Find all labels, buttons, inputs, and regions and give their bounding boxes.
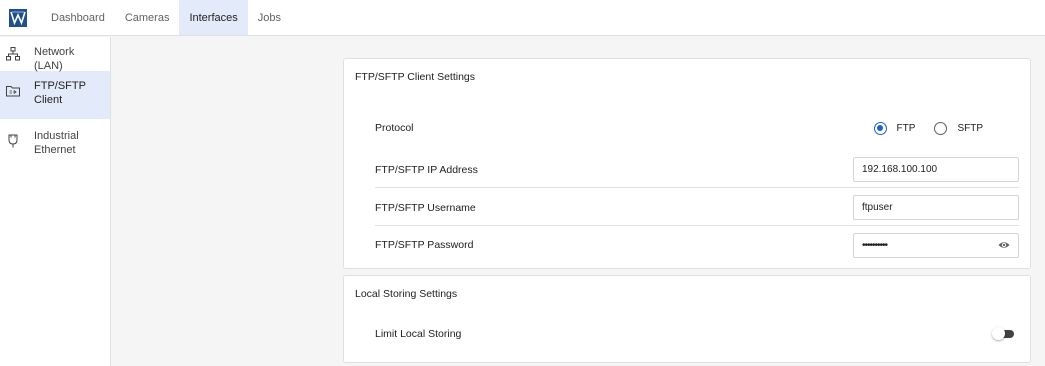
username-label: FTP/SFTP Username <box>375 201 476 214</box>
radio-sftp-label: SFTP <box>957 122 983 134</box>
ip-address-input[interactable]: 192.168.100.100 <box>853 157 1019 182</box>
protocol-row: Protocol FTP SFTP <box>375 110 1019 146</box>
sidebar-item-label: Network (LAN) <box>34 46 75 72</box>
sidebar: Network (LAN) FTP/SFTP Client Industrial… <box>0 37 111 366</box>
sidebar-item-label: Industrial Ethernet <box>34 130 79 156</box>
ftp-settings-card: FTP/SFTP Client Settings Protocol FTP SF… <box>343 58 1031 269</box>
protocol-label: Protocol <box>375 122 414 134</box>
network-icon <box>0 45 26 61</box>
username-input[interactable]: ftpuser <box>853 195 1019 220</box>
sidebar-item-industrial-ethernet[interactable]: Industrial Ethernet <box>0 119 110 167</box>
radio-sftp[interactable]: SFTP <box>934 121 983 135</box>
radio-ftp-label: FTP <box>896 122 916 134</box>
local-storing-card: Local Storing Settings Limit Local Stori… <box>343 275 1031 363</box>
sidebar-item-label: FTP/SFTP Client <box>34 80 86 106</box>
sidebar-item-network-lan[interactable]: Network (LAN) <box>0 37 110 72</box>
password-input[interactable]: •••••••••• <box>853 232 1019 258</box>
password-label: FTP/SFTP Password <box>375 239 474 251</box>
radio-ftp[interactable]: FTP <box>873 121 916 135</box>
tab-dashboard[interactable]: Dashboard <box>36 0 115 35</box>
top-navigation-bar: Dashboard Cameras Interfaces Jobs <box>0 0 1045 36</box>
ip-address-row: FTP/SFTP IP Address 192.168.100.100 <box>375 152 1019 188</box>
radio-checked-icon <box>873 121 887 135</box>
password-row: FTP/SFTP Password •••••••••• <box>375 227 1019 263</box>
eye-icon[interactable] <box>998 239 1010 251</box>
card-title: FTP/SFTP Client Settings <box>355 71 476 83</box>
ip-address-label: FTP/SFTP IP Address <box>375 163 478 176</box>
protocol-radio-group: FTP SFTP <box>860 121 983 135</box>
username-row: FTP/SFTP Username ftpuser <box>375 190 1019 226</box>
limit-local-storing-label: Limit Local Storing <box>375 328 462 340</box>
tab-jobs[interactable]: Jobs <box>248 0 291 35</box>
plug-icon <box>0 129 26 148</box>
limit-local-storing-toggle[interactable] <box>992 327 1015 340</box>
brand-logo-icon[interactable] <box>0 0 36 36</box>
password-value: •••••••••• <box>862 239 888 251</box>
limit-local-storing-row: Limit Local Storing <box>375 316 1019 352</box>
tab-cameras[interactable]: Cameras <box>115 0 180 35</box>
username-value: ftpuser <box>862 202 893 213</box>
tab-interfaces[interactable]: Interfaces <box>179 0 248 35</box>
sidebar-item-ftp-sftp-client[interactable]: FTP/SFTP Client <box>0 71 110 119</box>
radio-unchecked-icon <box>934 121 948 135</box>
card-title: Local Storing Settings <box>355 288 458 300</box>
folder-icon <box>0 79 26 98</box>
ip-address-value: 192.168.100.100 <box>862 164 938 175</box>
